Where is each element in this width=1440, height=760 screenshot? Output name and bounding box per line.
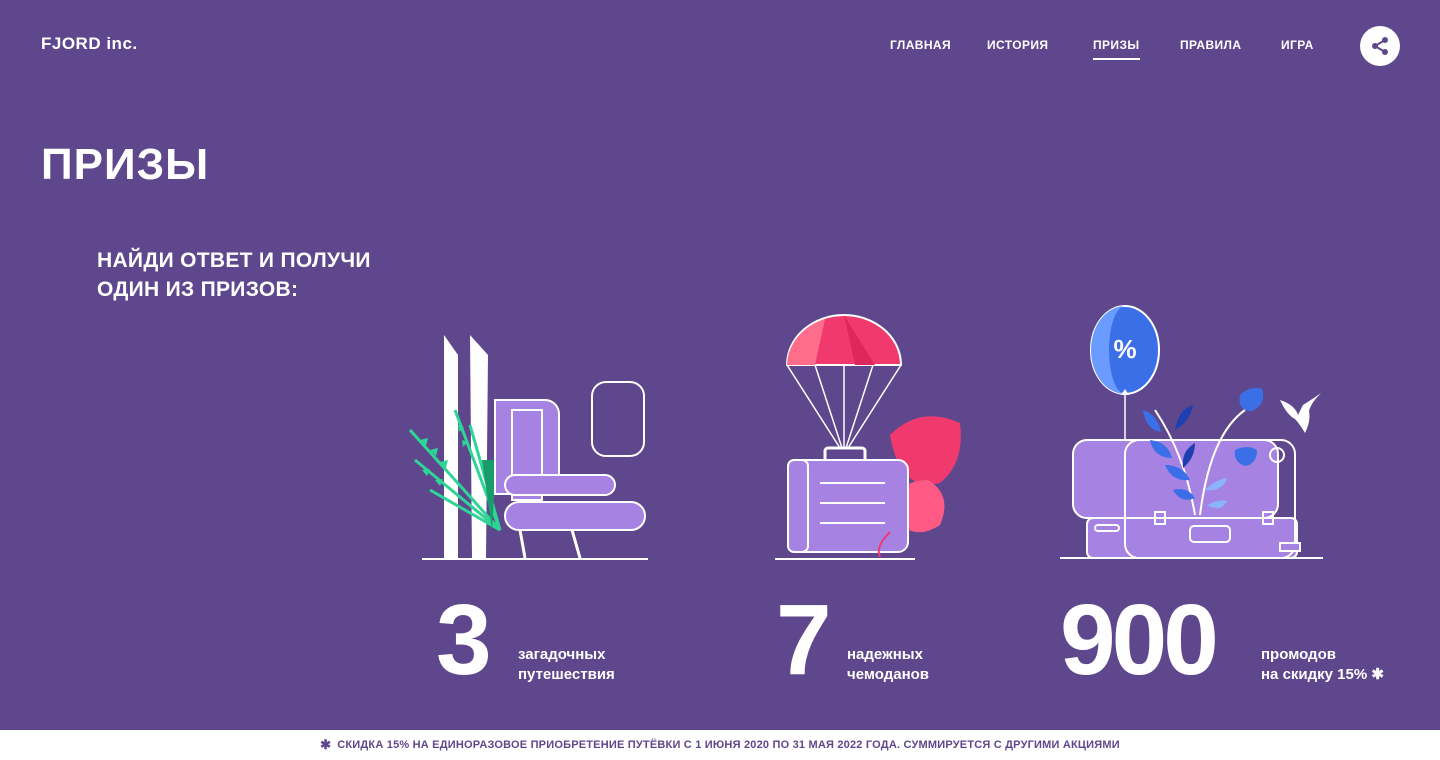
disclaimer-text: СКИДКА 15% НА ЕДИНОРАЗОВОЕ ПРИОБРЕТЕНИЕ …: [337, 739, 1120, 751]
prize-label-line: путешествия: [518, 666, 615, 683]
prize-label-trips: загадочных путешествия: [518, 645, 615, 685]
nav-item-prizes[interactable]: ПРИЗЫ: [1093, 38, 1140, 60]
subtitle-line-2: ОДИН ИЗ ПРИЗОВ:: [97, 278, 299, 301]
airplane-seat-icon: [408, 335, 648, 560]
prize-label-line: промодов: [1261, 646, 1336, 663]
prize-count-trips: 3: [436, 584, 492, 696]
prize-label-line: загадочных: [518, 646, 606, 663]
nav-item-main[interactable]: ГЛАВНАЯ: [890, 38, 951, 52]
asterisk-icon: ✱: [1371, 666, 1384, 683]
prize-label-line: чемоданов: [847, 666, 930, 683]
prize-label-line: надежных: [847, 646, 923, 663]
page-title: ПРИЗЫ: [41, 140, 210, 189]
prize-count-suitcases: 7: [776, 584, 832, 696]
nav-item-game[interactable]: ИГРА: [1281, 38, 1314, 52]
prize-label-promocodes: промодов на скидку 15% ✱: [1261, 645, 1384, 685]
prizes-subtitle: НАЙДИ ОТВЕТ И ПОЛУЧИ ОДИН ИЗ ПРИЗОВ:: [97, 246, 371, 304]
share-icon: [1372, 37, 1388, 55]
share-button[interactable]: [1360, 26, 1400, 66]
footer-disclaimer: ✱ СКИДКА 15% НА ЕДИНОРАЗОВОЕ ПРИОБРЕТЕНИ…: [0, 730, 1440, 760]
parachute-suitcase-icon: [775, 314, 961, 560]
prize-label-text: на скидку 15%: [1261, 666, 1368, 683]
subtitle-line-1: НАЙДИ ОТВЕТ И ПОЛУЧИ: [97, 249, 371, 272]
svg-text:%: %: [1113, 334, 1136, 364]
logo[interactable]: FJORD inc.: [41, 34, 138, 54]
nav-item-rules[interactable]: ПРАВИЛА: [1180, 38, 1241, 52]
asterisk-icon: ✱: [320, 737, 332, 752]
prize-label-line: на скидку 15% ✱: [1261, 665, 1384, 685]
prize-count-promocodes: 900: [1060, 584, 1219, 696]
nav-item-history[interactable]: ИСТОРИЯ: [987, 38, 1048, 52]
prize-label-suitcases: надежных чемоданов: [847, 645, 929, 685]
balloon-suitcase-icon: %: [1060, 305, 1323, 559]
